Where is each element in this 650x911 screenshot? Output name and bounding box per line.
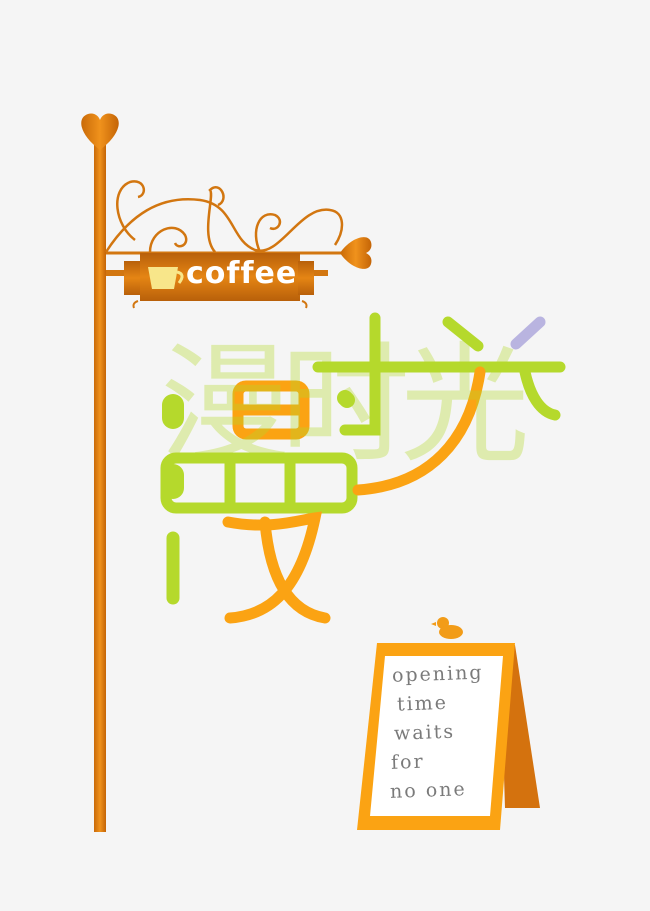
signpost-pole: [81, 113, 119, 832]
board-line: no one: [389, 778, 468, 803]
board-line: time: [396, 691, 449, 716]
coffee-sign-label: coffee: [186, 256, 298, 291]
board-line: for: [390, 750, 425, 774]
heart-icon: [81, 113, 119, 150]
title-text: 漫时光: [160, 329, 530, 481]
board-line: waits: [393, 720, 456, 745]
heart-icon: [340, 237, 372, 269]
board-message: opening time waits for no one: [386, 658, 501, 807]
scroll-ornament: [104, 180, 344, 253]
bird-icon: [431, 617, 463, 639]
board-line: opening: [391, 661, 484, 687]
